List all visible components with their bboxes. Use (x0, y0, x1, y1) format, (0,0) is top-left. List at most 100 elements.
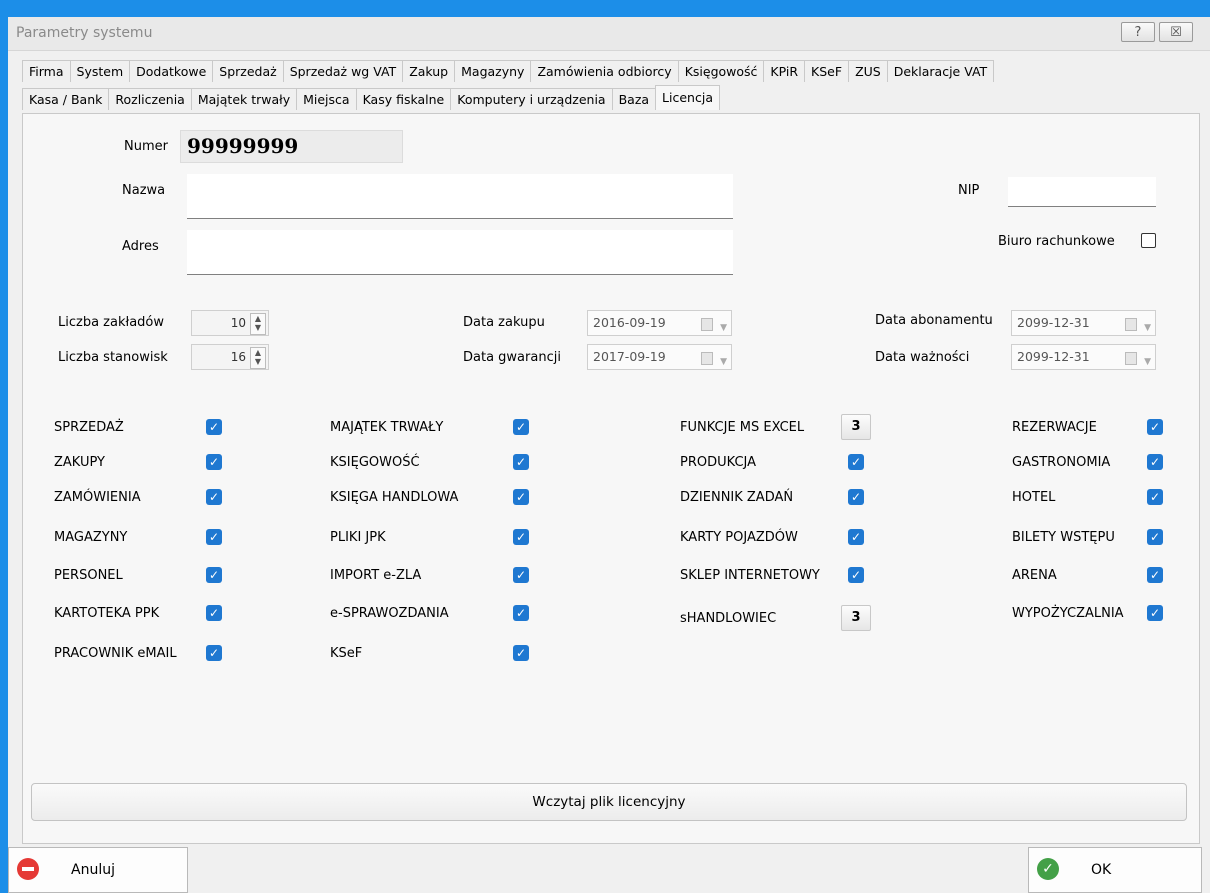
module-checkbox-pracownik-email[interactable]: ✓ (206, 645, 222, 661)
ok-check-icon: ✓ (1037, 858, 1059, 880)
module-checkbox-ksiegowosc[interactable]: ✓ (513, 454, 529, 470)
tab-dodatkowe[interactable]: Dodatkowe (129, 60, 214, 82)
calendar-icon[interactable] (701, 352, 713, 365)
tab-firma[interactable]: Firma (22, 60, 71, 82)
dropdown-arrow-icon[interactable]: ▼ (720, 316, 727, 340)
module-label-majatek-trwaly: MAJĄTEK TRWAŁY (330, 420, 444, 435)
data-zakupu-picker[interactable]: 2016-09-19 ▼ (587, 310, 732, 336)
tab-deklaracje-vat[interactable]: Deklaracje VAT (886, 60, 995, 82)
module-checkbox-import-e-zla[interactable]: ✓ (513, 567, 529, 583)
tab-panel-licencja (22, 113, 1200, 844)
module-label-hotel: HOTEL (1012, 490, 1056, 505)
module-checkbox-karty-pojazdow[interactable]: ✓ (848, 529, 864, 545)
module-label-magazyny: MAGAZYNY (54, 530, 128, 545)
module-checkbox-zakupy[interactable]: ✓ (206, 454, 222, 470)
data-zakupu-value: 2016-09-19 (593, 315, 666, 330)
tab-komputery-i-urzadzenia[interactable]: Komputery i urządzenia (450, 88, 613, 110)
tab-sprzedaz[interactable]: Sprzedaż (212, 60, 284, 82)
module-checkbox-ksiega-handlowa[interactable]: ✓ (513, 489, 529, 505)
cancel-icon (17, 858, 39, 880)
data-abonamentu-picker[interactable]: 2099-12-31 ▼ (1011, 310, 1156, 336)
nip-field[interactable] (1008, 177, 1156, 207)
module-label-pliki-jpk: PLIKI JPK (330, 530, 386, 545)
module-checkbox-zamowienia[interactable]: ✓ (206, 489, 222, 505)
tab-rozliczenia[interactable]: Rozliczenia (108, 88, 192, 110)
module-label-sprzedaz: SPRZEDAŻ (54, 420, 124, 435)
load-license-file-button[interactable]: Wczytaj plik licencyjny (31, 783, 1187, 821)
module-label-karty-pojazdow: KARTY POJAZDÓW (680, 530, 798, 545)
tab-baza[interactable]: Baza (611, 88, 657, 110)
module-label-wypozyczalnia: WYPOŻYCZALNIA (1012, 606, 1124, 621)
module-checkbox-e-sprawozdania[interactable]: ✓ (513, 605, 529, 621)
module-checkbox-rezerwacje[interactable]: ✓ (1147, 419, 1163, 435)
tab-zakup[interactable]: Zakup (402, 60, 456, 82)
tab-ksiegowosc[interactable]: Księgowość (677, 60, 765, 82)
dropdown-arrow-icon[interactable]: ▼ (720, 350, 727, 374)
excel-count-button[interactable]: 3 (841, 414, 871, 440)
module-label-bilety-wstepu: BILETY WSTĘPU (1012, 530, 1115, 545)
help-button[interactable]: ? (1121, 22, 1155, 42)
module-checkbox-sklep-internetowy[interactable]: ✓ (848, 567, 864, 583)
module-checkbox-magazyny[interactable]: ✓ (206, 529, 222, 545)
module-checkbox-pliki-jpk[interactable]: ✓ (513, 529, 529, 545)
cancel-button[interactable]: Anuluj (8, 847, 188, 893)
module-label-zamowienia: ZAMÓWIENIA (54, 490, 141, 505)
module-label-import-e-zla: IMPORT e-ZLA (330, 568, 422, 583)
tab-zamowienia-odbiorcy[interactable]: Zamówienia odbiorcy (530, 60, 679, 82)
module-checkbox-hotel[interactable]: ✓ (1147, 489, 1163, 505)
data-abonamentu-label: Data abonamentu (875, 313, 993, 328)
liczba-zakladow-label: Liczba zakładów (58, 315, 164, 330)
data-abonamentu-value: 2099-12-31 (1017, 315, 1090, 330)
module-checkbox-majatek-trwaly[interactable]: ✓ (513, 419, 529, 435)
nazwa-label: Nazwa (122, 183, 166, 198)
nip-label: NIP (958, 183, 980, 198)
calendar-icon[interactable] (701, 318, 713, 331)
module-checkbox-personel[interactable]: ✓ (206, 567, 222, 583)
module-checkbox-produkcja[interactable]: ✓ (848, 454, 864, 470)
module-label-zakupy: ZAKUPY (54, 455, 105, 470)
shandlowiec-count-button[interactable]: 3 (841, 605, 871, 631)
adres-field[interactable] (187, 230, 733, 275)
tab-kpir[interactable]: KPiR (763, 60, 806, 82)
tab-row-1: Firma System Dodatkowe Sprzedaż Sprzedaż wg … (22, 60, 995, 82)
numer-label: Numer (124, 139, 168, 154)
dropdown-arrow-icon[interactable]: ▼ (1144, 316, 1151, 340)
module-checkbox-gastronomia[interactable]: ✓ (1147, 454, 1163, 470)
calendar-icon[interactable] (1125, 318, 1137, 331)
nazwa-field[interactable] (187, 174, 733, 219)
liczba-stanowisk-spinner[interactable]: 16 ▲ ▼ (191, 344, 269, 370)
ok-button[interactable]: ✓ OK (1028, 847, 1202, 893)
liczba-stanowisk-label: Liczba stanowisk (58, 350, 168, 365)
spinner-arrows-icon[interactable]: ▲ ▼ (250, 313, 266, 335)
module-checkbox-wypozyczalnia[interactable]: ✓ (1147, 605, 1163, 621)
tab-system[interactable]: System (69, 60, 131, 82)
biuro-rachunkowe-checkbox[interactable] (1141, 233, 1156, 248)
tab-zus[interactable]: ZUS (848, 60, 888, 82)
tab-ksef[interactable]: KSeF (804, 60, 850, 82)
tab-licencja[interactable]: Licencja (655, 85, 720, 110)
module-checkbox-dziennik-zadan[interactable]: ✓ (848, 489, 864, 505)
spinner-arrows-icon[interactable]: ▲ ▼ (250, 347, 266, 369)
liczba-zakladow-spinner[interactable]: 10 ▲ ▼ (191, 310, 269, 336)
module-checkbox-ksef[interactable]: ✓ (513, 645, 529, 661)
tab-kasy-fiskalne[interactable]: Kasy fiskalne (355, 88, 452, 110)
tab-magazyny[interactable]: Magazyny (454, 60, 532, 82)
module-label-ksiegowosc: KSIĘGOWOŚĆ (330, 455, 420, 470)
dropdown-arrow-icon[interactable]: ▼ (1144, 350, 1151, 374)
module-checkbox-bilety-wstepu[interactable]: ✓ (1147, 529, 1163, 545)
tab-sprzedaz-wg-vat[interactable]: Sprzedaż wg VAT (282, 60, 404, 82)
module-label-dziennik-zadan: DZIENNIK ZADAŃ (680, 490, 794, 505)
module-checkbox-arena[interactable]: ✓ (1147, 567, 1163, 583)
module-label-funkcje-ms-excel: FUNKCJE MS EXCEL (680, 420, 805, 435)
data-waznosci-picker[interactable]: 2099-12-31 ▼ (1011, 344, 1156, 370)
module-checkbox-sprzedaz[interactable]: ✓ (206, 419, 222, 435)
tab-majatek-trwaly[interactable]: Majątek trwały (190, 88, 298, 110)
data-zakupu-label: Data zakupu (463, 315, 545, 330)
calendar-icon[interactable] (1125, 352, 1137, 365)
liczba-stanowisk-value: 16 (230, 350, 246, 364)
data-gwarancji-picker[interactable]: 2017-09-19 ▼ (587, 344, 732, 370)
close-button[interactable]: ☒ (1159, 22, 1193, 42)
module-checkbox-kartoteka-ppk[interactable]: ✓ (206, 605, 222, 621)
tab-kasa-bank[interactable]: Kasa / Bank (22, 88, 110, 110)
tab-miejsca[interactable]: Miejsca (296, 88, 357, 110)
